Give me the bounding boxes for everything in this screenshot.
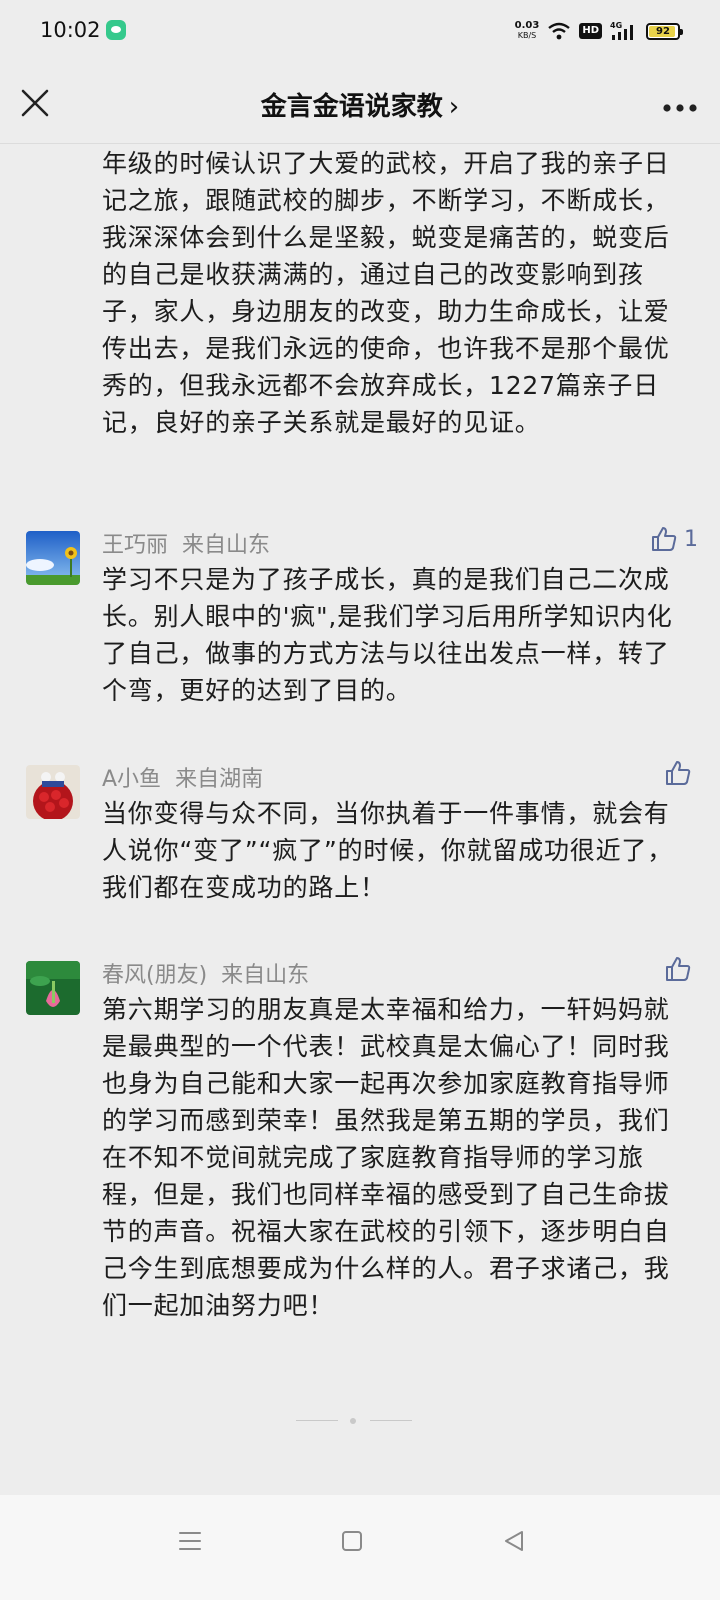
battery-icon: 92: [646, 22, 683, 40]
status-bar: 10:02 0.03 KB/S HD 4G 92: [0, 0, 720, 62]
wifi-icon: [547, 22, 571, 40]
network-speed-value: 0.03: [514, 20, 540, 31]
end-of-list-marker: [296, 1418, 412, 1424]
like-button[interactable]: [664, 955, 698, 983]
signal-icon: 4G: [610, 21, 638, 41]
chat-app-icon: [106, 20, 126, 40]
hd-icon: HD: [579, 23, 602, 39]
thumbs-up-icon: [666, 957, 691, 981]
comment-meta: 春风(朋友) 来自山东: [102, 957, 310, 988]
comment-text: 第六期学习的朋友真是太幸福和给力，一轩妈妈就是最典型的一个代表！武校真是太偏心了…: [102, 995, 670, 1320]
more-icon: [663, 104, 697, 112]
avatar[interactable]: [26, 961, 80, 1015]
divider-left: [296, 1420, 338, 1421]
network-type-label: 4G: [610, 21, 622, 30]
like-button[interactable]: 1: [650, 525, 698, 553]
back-button[interactable]: [494, 1521, 534, 1561]
comment-text: 当你变得与众不同，当你执着于一件事情，就会有人说你“变了”“疯了”的时候，你就留…: [102, 799, 674, 902]
divider-dot: [350, 1418, 356, 1424]
commenter-name[interactable]: A小鱼: [102, 767, 161, 792]
comment-text: 学习不只是为了孩子成长，真的是我们自己二次成长。别人眼中的'疯",是我们学习后用…: [102, 565, 673, 705]
status-time: 10:02: [40, 18, 101, 42]
top-nav-bar: 金言金语说家教 ›: [0, 62, 720, 144]
commenter-location: 来自山东: [221, 963, 310, 988]
menu-button[interactable]: [170, 1521, 210, 1561]
back-icon: [505, 1531, 523, 1551]
commenter-name[interactable]: 春风(朋友): [102, 963, 207, 988]
home-button[interactable]: [332, 1521, 372, 1561]
commenter-name[interactable]: 王巧丽: [102, 533, 168, 558]
more-button[interactable]: [662, 98, 698, 112]
page-title[interactable]: 金言金语说家教 ›: [0, 86, 720, 123]
home-icon: [342, 1531, 362, 1551]
thumbs-up-icon: [666, 761, 691, 785]
avatar[interactable]: [26, 531, 80, 585]
like-count: 1: [684, 526, 698, 552]
like-button[interactable]: [664, 759, 698, 787]
thumbs-up-icon: [652, 527, 677, 551]
comments-list[interactable]: 年级的时候认识了大爱的武校，开启了我的亲子日记之旅，跟随武校的脚步，不断学习，不…: [0, 145, 720, 1495]
divider-right: [370, 1420, 412, 1421]
commenter-location: 来自湖南: [175, 767, 264, 792]
commenter-location: 来自山东: [182, 533, 271, 558]
page-title-text: 金言金语说家教: [260, 92, 443, 122]
system-navigation-bar: [0, 1495, 720, 1600]
chevron-right-icon: ›: [448, 92, 460, 122]
menu-icon: [179, 1532, 201, 1550]
comment-meta: 王巧丽 来自山东: [102, 527, 271, 558]
avatar[interactable]: [26, 765, 80, 819]
comment-meta: A小鱼 来自湖南: [102, 761, 264, 792]
status-indicators: 0.03 KB/S HD 4G 92: [515, 18, 683, 44]
comment-text-partial: 年级的时候认识了大爱的武校，开启了我的亲子日记之旅，跟随武校的脚步，不断学习，不…: [102, 149, 670, 437]
battery-level: 92: [656, 25, 670, 37]
network-speed-unit: KB/S: [517, 31, 537, 40]
network-speed: 0.03 KB/S: [515, 21, 540, 41]
